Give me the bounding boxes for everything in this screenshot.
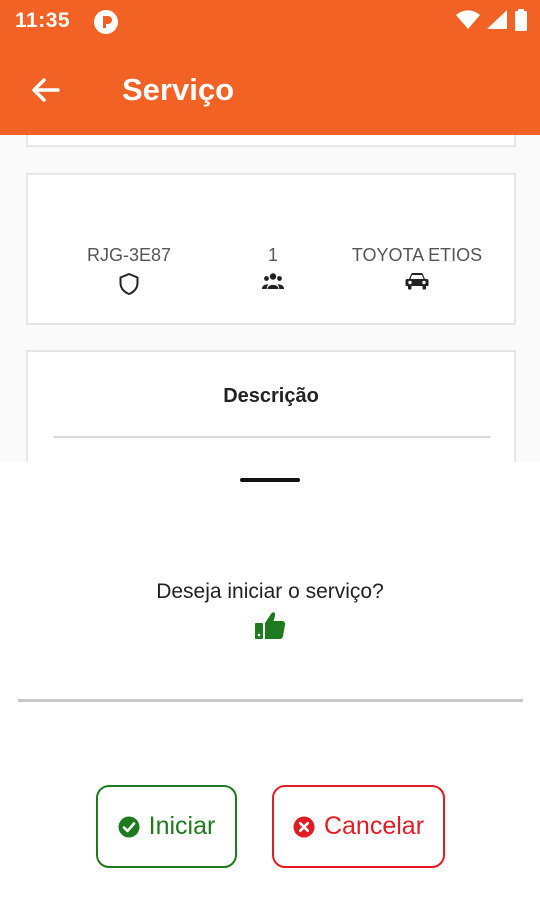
app-bar: Serviço [0, 44, 540, 135]
back-button[interactable] [22, 70, 68, 110]
status-time: 11:35 [15, 9, 71, 32]
back-arrow-icon [32, 78, 60, 102]
sheet-divider [18, 699, 523, 702]
confirm-bottom-sheet: Deseja iniciar o serviço? Iniciar Cancel… [0, 462, 540, 900]
signal-icon [487, 10, 507, 29]
start-button[interactable]: Iniciar [96, 785, 237, 868]
status-bar: 11:35 [0, 0, 540, 44]
vehicle-model: TOYOTA ETIOS [346, 245, 488, 290]
shield-icon [119, 273, 139, 295]
start-button-label: Iniciar [148, 812, 216, 840]
vehicle-plate: RJG-3E87 [84, 245, 174, 296]
check-circle-icon [118, 816, 140, 837]
cancel-button[interactable]: Cancelar [272, 785, 445, 868]
battery-icon [515, 9, 527, 31]
description-title: Descrição [223, 385, 319, 407]
vehicle-info-card: RJG-3E87 1 TOYOTA ETIOS [26, 173, 516, 325]
vehicle-passengers: 1 [253, 245, 293, 290]
car-icon [405, 273, 429, 290]
start-service-prompt: Deseja iniciar o serviço? [156, 580, 384, 603]
status-icons [456, 9, 528, 31]
users-icon [262, 273, 284, 289]
description-card: Descrição [26, 350, 516, 463]
vehicle-plate-value: RJG-3E87 [86, 245, 172, 265]
vehicle-model-value: TOYOTA ETIOS [351, 245, 483, 265]
cancel-button-label: Cancelar [323, 812, 425, 840]
wifi-icon [456, 10, 480, 29]
content-area: RJG-3E87 1 TOYOTA ETIOS Descrição [0, 135, 540, 463]
vehicle-passengers-value: 1 [267, 245, 278, 265]
page-title: Serviço [122, 72, 235, 107]
x-circle-icon [293, 816, 315, 837]
description-divider [54, 436, 490, 438]
notification-app-icon [94, 10, 118, 34]
sheet-drag-handle[interactable] [240, 478, 300, 482]
previous-card [26, 135, 516, 147]
thumbs-up-icon [255, 612, 286, 639]
